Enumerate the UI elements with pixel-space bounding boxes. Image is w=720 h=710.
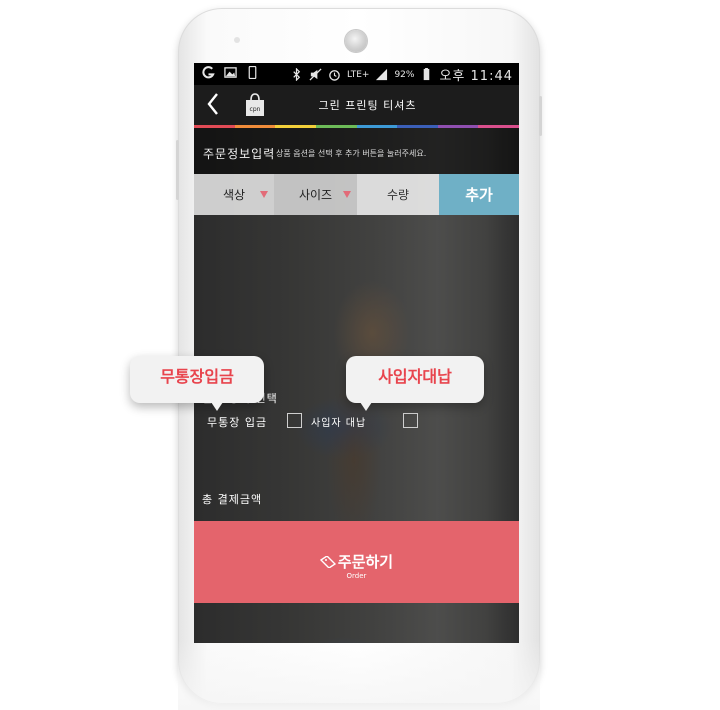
order-info-hint: 상품 옵션을 선택 후 추가 버튼을 눌러주세요. xyxy=(276,149,427,158)
callout-tail xyxy=(360,402,372,411)
proximity-sensor xyxy=(234,37,240,43)
dropdown-triangle-icon xyxy=(260,191,268,198)
payment-method-row: 무통장 입금 사입자 대납 xyxy=(207,412,507,430)
order-button-main: 주문하기 xyxy=(194,551,519,572)
carrier-g-icon xyxy=(202,66,215,79)
order-button-sub: Order xyxy=(346,572,367,580)
volume-button xyxy=(176,140,179,200)
size-select[interactable]: 사이즈 xyxy=(274,174,357,215)
gallery-icon xyxy=(224,67,237,78)
add-button[interactable]: 추가 xyxy=(439,174,519,215)
order-button[interactable]: 주문하기 Order xyxy=(194,521,519,603)
signal-icon xyxy=(376,68,388,81)
total-amount-label: 총 결제금액 xyxy=(202,493,263,506)
quantity-field[interactable]: 수량 xyxy=(357,174,439,215)
coupon-icon xyxy=(319,556,336,568)
page-title: 그린 프린팅 티셔츠 xyxy=(318,99,417,112)
color-select[interactable]: 색상 xyxy=(194,174,274,215)
phone-reflection xyxy=(178,640,540,710)
front-camera xyxy=(345,30,367,52)
order-button-label: 주문하기 xyxy=(337,553,394,571)
battery-icon xyxy=(424,68,430,81)
mute-icon xyxy=(309,68,322,81)
network-type: LTE+ xyxy=(346,69,370,80)
bank-transfer-callout: 무통장입금 xyxy=(130,356,264,403)
quantity-label: 수량 xyxy=(386,188,410,202)
clock: 오후 11:44 xyxy=(439,69,513,84)
color-select-label: 색상 xyxy=(222,188,246,202)
order-info-bar: 주문정보입력 상품 옵션을 선택 후 추가 버튼을 눌러주세요. xyxy=(194,128,519,174)
battery-percent: 92% xyxy=(394,69,415,80)
option-selector-row: 색상 사이즈 수량 추가 xyxy=(194,174,519,215)
alarm-icon xyxy=(329,70,340,81)
dropdown-triangle-icon xyxy=(343,191,351,198)
phone-screen: LTE+ 92% 오후 11:44 cpn 그린 프린팅 티셔츠 주문정보입력 … xyxy=(194,63,519,643)
status-bar: LTE+ 92% 오후 11:44 xyxy=(194,63,519,85)
bank-transfer-label: 무통장 입금 xyxy=(207,416,268,429)
buyer-payment-label: 사입자 대납 xyxy=(311,418,367,429)
size-select-label: 사이즈 xyxy=(298,188,333,202)
order-info-label: 주문정보입력 xyxy=(203,147,276,161)
bluetooth-icon xyxy=(293,68,301,81)
callout-tail xyxy=(211,402,223,411)
buyer-payment-checkbox[interactable] xyxy=(403,413,418,428)
bank-transfer-checkbox[interactable] xyxy=(287,413,302,428)
buyer-payment-callout: 사입자대납 xyxy=(346,356,484,403)
phone-device-icon xyxy=(248,66,257,79)
app-bar: cpn 그린 프린팅 티셔츠 xyxy=(194,85,519,125)
power-button xyxy=(539,96,542,136)
